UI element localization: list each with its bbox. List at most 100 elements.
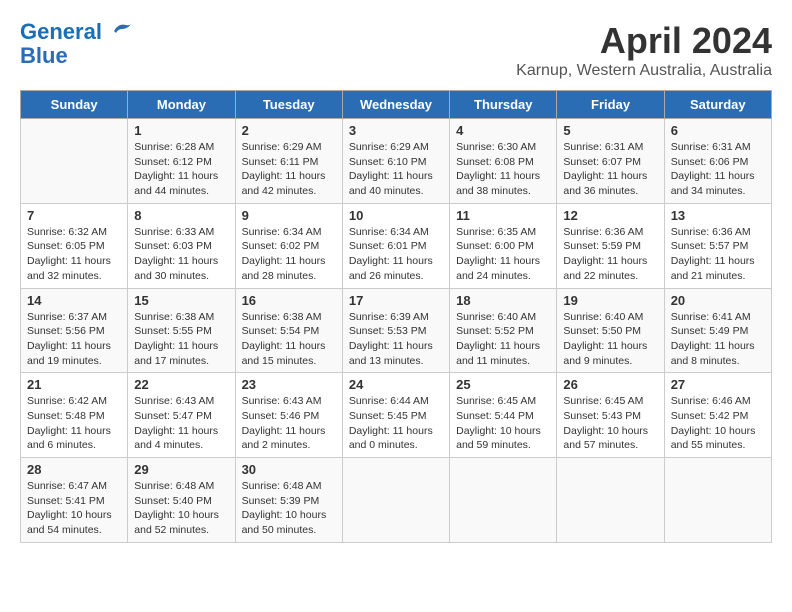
- day-number: 18: [456, 293, 550, 308]
- day-number: 15: [134, 293, 228, 308]
- day-number: 1: [134, 123, 228, 138]
- calendar-cell: 7 Sunrise: 6:32 AM Sunset: 6:05 PM Daylig…: [21, 203, 128, 288]
- day-number: 25: [456, 377, 550, 392]
- day-info: Sunrise: 6:38 AM Sunset: 5:54 PM Dayligh…: [242, 310, 336, 369]
- day-number: 17: [349, 293, 443, 308]
- day-info: Sunrise: 6:48 AM Sunset: 5:39 PM Dayligh…: [242, 479, 336, 538]
- weekday-header-saturday: Saturday: [664, 91, 771, 119]
- calendar-cell: 21 Sunrise: 6:42 AM Sunset: 5:48 PM Dayli…: [21, 373, 128, 458]
- day-number: 28: [27, 462, 121, 477]
- day-info: Sunrise: 6:36 AM Sunset: 5:57 PM Dayligh…: [671, 225, 765, 284]
- day-info: Sunrise: 6:46 AM Sunset: 5:42 PM Dayligh…: [671, 394, 765, 453]
- day-number: 13: [671, 208, 765, 223]
- calendar-cell: 3Sunrise: 6:29 AM Sunset: 6:10 PM Daylig…: [342, 119, 449, 204]
- calendar-cell: 11 Sunrise: 6:35 AM Sunset: 6:00 PM Dayli…: [450, 203, 557, 288]
- calendar-week-row: 21 Sunrise: 6:42 AM Sunset: 5:48 PM Dayli…: [21, 373, 772, 458]
- weekday-header-monday: Monday: [128, 91, 235, 119]
- day-info: Sunrise: 6:28 AM Sunset: 6:12 PM Dayligh…: [134, 140, 228, 199]
- logo: General Blue: [20, 20, 134, 68]
- logo-general: General: [20, 19, 102, 44]
- day-number: 7: [27, 208, 121, 223]
- day-info: Sunrise: 6:34 AM Sunset: 6:02 PM Dayligh…: [242, 225, 336, 284]
- day-info: Sunrise: 6:38 AM Sunset: 5:55 PM Dayligh…: [134, 310, 228, 369]
- calendar-cell: 24Sunrise: 6:44 AM Sunset: 5:45 PM Dayli…: [342, 373, 449, 458]
- day-number: 23: [242, 377, 336, 392]
- day-info: Sunrise: 6:42 AM Sunset: 5:48 PM Dayligh…: [27, 394, 121, 453]
- calendar-cell: [557, 458, 664, 543]
- day-number: 11: [456, 208, 550, 223]
- calendar-cell: 13 Sunrise: 6:36 AM Sunset: 5:57 PM Dayli…: [664, 203, 771, 288]
- calendar-cell: 14 Sunrise: 6:37 AM Sunset: 5:56 PM Dayli…: [21, 288, 128, 373]
- day-number: 19: [563, 293, 657, 308]
- day-number: 20: [671, 293, 765, 308]
- calendar-week-row: 28Sunrise: 6:47 AM Sunset: 5:41 PM Dayli…: [21, 458, 772, 543]
- day-number: 4: [456, 123, 550, 138]
- calendar-cell: [342, 458, 449, 543]
- day-number: 16: [242, 293, 336, 308]
- day-info: Sunrise: 6:29 AM Sunset: 6:11 PM Dayligh…: [242, 140, 336, 199]
- title-block: April 2024 Karnup, Western Australia, Au…: [516, 20, 772, 80]
- day-info: Sunrise: 6:45 AM Sunset: 5:44 PM Dayligh…: [456, 394, 550, 453]
- page-header: General Blue April 2024 Karnup, Western …: [20, 20, 772, 80]
- weekday-header-friday: Friday: [557, 91, 664, 119]
- calendar-cell: 25 Sunrise: 6:45 AM Sunset: 5:44 PM Dayli…: [450, 373, 557, 458]
- day-info: Sunrise: 6:31 AM Sunset: 6:06 PM Dayligh…: [671, 140, 765, 199]
- calendar-cell: 9 Sunrise: 6:34 AM Sunset: 6:02 PM Daylig…: [235, 203, 342, 288]
- day-info: Sunrise: 6:40 AM Sunset: 5:50 PM Dayligh…: [563, 310, 657, 369]
- calendar-cell: 4 Sunrise: 6:30 AM Sunset: 6:08 PM Daylig…: [450, 119, 557, 204]
- day-number: 10: [349, 208, 443, 223]
- calendar-cell: 17 Sunrise: 6:39 AM Sunset: 5:53 PM Dayli…: [342, 288, 449, 373]
- calendar-cell: 26 Sunrise: 6:45 AM Sunset: 5:43 PM Dayli…: [557, 373, 664, 458]
- day-number: 12: [563, 208, 657, 223]
- weekday-header-thursday: Thursday: [450, 91, 557, 119]
- day-info: Sunrise: 6:43 AM Sunset: 5:47 PM Dayligh…: [134, 394, 228, 453]
- weekday-header-tuesday: Tuesday: [235, 91, 342, 119]
- calendar-cell: 8 Sunrise: 6:33 AM Sunset: 6:03 PM Daylig…: [128, 203, 235, 288]
- day-info: Sunrise: 6:32 AM Sunset: 6:05 PM Dayligh…: [27, 225, 121, 284]
- day-number: 14: [27, 293, 121, 308]
- calendar-cell: 20 Sunrise: 6:41 AM Sunset: 5:49 PM Dayli…: [664, 288, 771, 373]
- calendar-cell: 28Sunrise: 6:47 AM Sunset: 5:41 PM Dayli…: [21, 458, 128, 543]
- day-info: Sunrise: 6:30 AM Sunset: 6:08 PM Dayligh…: [456, 140, 550, 199]
- day-info: Sunrise: 6:33 AM Sunset: 6:03 PM Dayligh…: [134, 225, 228, 284]
- day-info: Sunrise: 6:34 AM Sunset: 6:01 PM Dayligh…: [349, 225, 443, 284]
- day-number: 2: [242, 123, 336, 138]
- calendar-cell: [21, 119, 128, 204]
- day-info: Sunrise: 6:45 AM Sunset: 5:43 PM Dayligh…: [563, 394, 657, 453]
- calendar-cell: 19 Sunrise: 6:40 AM Sunset: 5:50 PM Dayli…: [557, 288, 664, 373]
- day-number: 21: [27, 377, 121, 392]
- day-number: 9: [242, 208, 336, 223]
- calendar-cell: 12Sunrise: 6:36 AM Sunset: 5:59 PM Dayli…: [557, 203, 664, 288]
- weekday-header-sunday: Sunday: [21, 91, 128, 119]
- day-number: 27: [671, 377, 765, 392]
- day-info: Sunrise: 6:48 AM Sunset: 5:40 PM Dayligh…: [134, 479, 228, 538]
- calendar-cell: 2 Sunrise: 6:29 AM Sunset: 6:11 PM Daylig…: [235, 119, 342, 204]
- calendar-week-row: 7 Sunrise: 6:32 AM Sunset: 6:05 PM Daylig…: [21, 203, 772, 288]
- day-info: Sunrise: 6:43 AM Sunset: 5:46 PM Dayligh…: [242, 394, 336, 453]
- day-info: Sunrise: 6:35 AM Sunset: 6:00 PM Dayligh…: [456, 225, 550, 284]
- day-info: Sunrise: 6:39 AM Sunset: 5:53 PM Dayligh…: [349, 310, 443, 369]
- calendar-cell: 22Sunrise: 6:43 AM Sunset: 5:47 PM Dayli…: [128, 373, 235, 458]
- calendar-cell: 23 Sunrise: 6:43 AM Sunset: 5:46 PM Dayli…: [235, 373, 342, 458]
- calendar-week-row: 14 Sunrise: 6:37 AM Sunset: 5:56 PM Dayli…: [21, 288, 772, 373]
- calendar-cell: 6 Sunrise: 6:31 AM Sunset: 6:06 PM Daylig…: [664, 119, 771, 204]
- logo-blue: Blue: [20, 43, 68, 68]
- day-number: 24: [349, 377, 443, 392]
- day-info: Sunrise: 6:41 AM Sunset: 5:49 PM Dayligh…: [671, 310, 765, 369]
- day-number: 6: [671, 123, 765, 138]
- calendar-cell: 1 Sunrise: 6:28 AM Sunset: 6:12 PM Daylig…: [128, 119, 235, 204]
- weekday-header-row: SundayMondayTuesdayWednesdayThursdayFrid…: [21, 91, 772, 119]
- day-number: 30: [242, 462, 336, 477]
- calendar-cell: 29 Sunrise: 6:48 AM Sunset: 5:40 PM Dayli…: [128, 458, 235, 543]
- location-subtitle: Karnup, Western Australia, Australia: [516, 62, 772, 80]
- day-number: 29: [134, 462, 228, 477]
- day-number: 26: [563, 377, 657, 392]
- day-number: 5: [563, 123, 657, 138]
- calendar-cell: [664, 458, 771, 543]
- day-number: 3: [349, 123, 443, 138]
- day-number: 8: [134, 208, 228, 223]
- calendar-cell: [450, 458, 557, 543]
- weekday-header-wednesday: Wednesday: [342, 91, 449, 119]
- day-info: Sunrise: 6:37 AM Sunset: 5:56 PM Dayligh…: [27, 310, 121, 369]
- calendar-table: SundayMondayTuesdayWednesdayThursdayFrid…: [20, 90, 772, 543]
